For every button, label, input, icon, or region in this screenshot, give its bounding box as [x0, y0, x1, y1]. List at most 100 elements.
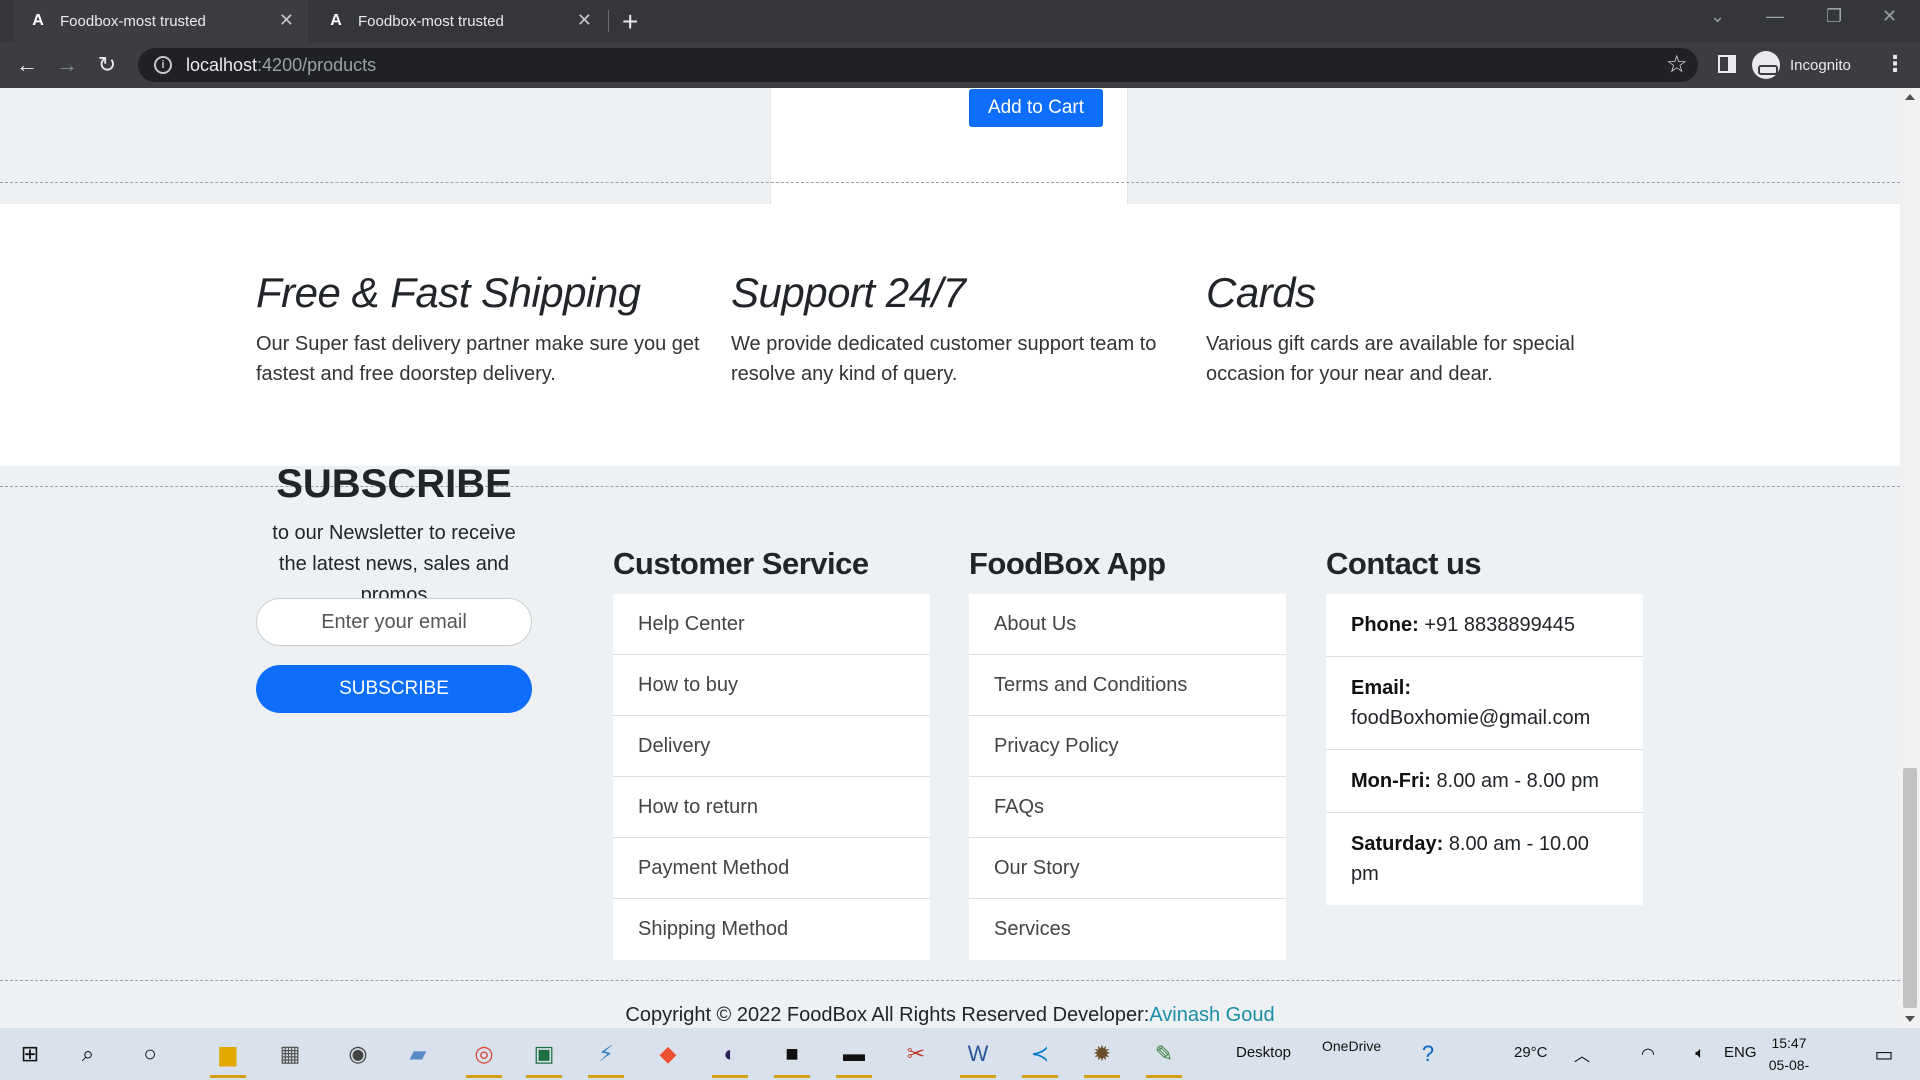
help-icon[interactable]: ? — [1410, 1036, 1446, 1072]
link-delivery[interactable]: Delivery — [613, 716, 930, 777]
feature-title: Free & Fast Shipping — [256, 269, 641, 316]
eclipse-icon[interactable]: ◐ — [712, 1036, 748, 1078]
terminal-icon[interactable]: ■ — [774, 1036, 810, 1078]
section-divider — [0, 182, 1900, 183]
incognito-icon — [1752, 51, 1780, 79]
tab-title: Foodbox-most trusted — [60, 12, 206, 30]
vscode-icon[interactable]: ≺ — [1022, 1036, 1058, 1078]
newsletter-email-input[interactable] — [256, 598, 532, 646]
clock-time: 15:47 — [1771, 1035, 1807, 1051]
incognito-profile-button[interactable]: Incognito — [1752, 47, 1851, 83]
link-faqs[interactable]: FAQs — [969, 777, 1286, 838]
desktop-toolbar-label[interactable]: Desktop — [1236, 1044, 1291, 1061]
add-to-cart-button[interactable]: Add to Cart — [969, 89, 1103, 127]
language-indicator[interactable]: ENG — [1724, 1044, 1757, 1061]
file-explorer-icon[interactable]: ▆ — [210, 1036, 246, 1078]
address-bar[interactable]: i localhost:4200/products — [138, 48, 1698, 82]
mysql-icon[interactable]: ▬ — [836, 1036, 872, 1078]
link-help-center[interactable]: Help Center — [613, 594, 930, 655]
cortana-icon[interactable]: ○ — [132, 1036, 168, 1072]
tray-chevron-icon[interactable]: ︿ — [1564, 1036, 1600, 1072]
email-label: Email: — [1351, 677, 1412, 699]
close-tab-icon[interactable]: ✕ — [577, 10, 592, 31]
angular-favicon-icon: A — [330, 12, 342, 29]
feature-shipping: Free & Fast Shipping Our Super fast deli… — [256, 269, 706, 389]
forward-icon[interactable]: → — [52, 50, 82, 80]
contact-phone: Phone: +91 8838899445 — [1326, 594, 1643, 657]
browser-menu-icon[interactable]: ⋮ — [1884, 51, 1906, 77]
link-terms[interactable]: Terms and Conditions — [969, 655, 1286, 716]
camera-icon[interactable]: ◉ — [340, 1036, 376, 1072]
window-close-icon[interactable]: ✕ — [1882, 6, 1897, 27]
link-about-us[interactable]: About Us — [969, 594, 1286, 655]
contact-title: Contact us — [1326, 546, 1482, 581]
browser-tab[interactable]: A Foodbox-most trusted ✕ — [14, 0, 308, 42]
phone-value: +91 8838899445 — [1424, 614, 1576, 636]
volume-icon[interactable]: 🔈︎ — [1682, 1036, 1718, 1072]
side-panel-icon[interactable] — [1718, 55, 1736, 73]
new-tab-icon[interactable]: + — [622, 6, 638, 38]
minimize-icon[interactable]: — — [1766, 6, 1784, 27]
notes-icon[interactable]: ▰ — [400, 1036, 436, 1072]
close-tab-icon[interactable]: ✕ — [279, 10, 294, 31]
onedrive-label[interactable]: OneDrive — [1322, 1038, 1381, 1054]
link-how-to-return[interactable]: How to return — [613, 777, 930, 838]
windows-taskbar: ⊞ ⌕ ○ ▆ ▦ ◉ ▰ ◎ ▣ ⚡ ◆ ◐ ■ ▬ ✂ W ≺ ✹ ✎ De… — [0, 1028, 1920, 1080]
feature-text: Our Super fast delivery partner make sur… — [256, 333, 700, 385]
url-path: :4200/products — [257, 54, 377, 75]
bookmark-star-icon[interactable]: ☆ — [1666, 50, 1688, 79]
tab-divider — [608, 10, 609, 32]
browser-toolbar: ← → ↻ i localhost:4200/products ☆ Incogn… — [0, 42, 1920, 88]
foodbox-app-title: FoodBox App — [969, 546, 1166, 581]
weather-temperature[interactable]: 29°C — [1514, 1044, 1548, 1061]
clock-date: 05-08-2022 — [1768, 1057, 1810, 1080]
word-icon[interactable]: W — [960, 1036, 996, 1078]
weekday-hours: 8.00 am - 8.00 pm — [1436, 770, 1599, 792]
email-value: foodBoxhomie@gmail.com — [1351, 707, 1591, 729]
back-icon[interactable]: ← — [12, 50, 42, 80]
foodbox-app-list: About Us Terms and Conditions Privacy Po… — [969, 594, 1286, 960]
link-how-to-buy[interactable]: How to buy — [613, 655, 930, 716]
calculator-icon[interactable]: ▦ — [272, 1036, 308, 1072]
feature-text: Various gift cards are available for spe… — [1206, 333, 1575, 385]
link-shipping-method[interactable]: Shipping Method — [613, 899, 930, 960]
system-clock[interactable]: 15:47 05-08-2022 — [1754, 1032, 1824, 1080]
phone-label: Phone: — [1351, 614, 1419, 636]
browser-tab-bar: A Foodbox-most trusted ✕ A Foodbox-most … — [0, 0, 1920, 42]
windows-start-icon[interactable]: ⊞ — [12, 1036, 48, 1072]
subscribe-heading: SUBSCRIBE — [276, 462, 512, 506]
link-services[interactable]: Services — [969, 899, 1286, 960]
chrome-icon[interactable]: ◎ — [466, 1036, 502, 1078]
search-icon[interactable]: ⌕ — [70, 1036, 106, 1072]
scrollbar-thumb[interactable] — [1903, 768, 1917, 1008]
scroll-down-arrow-icon[interactable] — [1905, 1016, 1915, 1022]
app-icon[interactable]: ✹ — [1084, 1036, 1120, 1078]
scroll-up-arrow-icon[interactable] — [1905, 94, 1915, 100]
subscribe-button[interactable]: SUBSCRIBE — [256, 665, 532, 713]
tab-title: Foodbox-most trusted — [358, 12, 504, 30]
feature-title: Support 24/7 — [731, 269, 966, 316]
saturday-label: Saturday: — [1351, 833, 1444, 855]
link-privacy-policy[interactable]: Privacy Policy — [969, 716, 1286, 777]
browser-tab[interactable]: A Foodbox-most trusted ✕ — [312, 0, 606, 42]
git-icon[interactable]: ◆ — [650, 1036, 686, 1072]
restore-icon[interactable]: ❐ — [1826, 6, 1842, 27]
image-editor-icon[interactable]: ✎ — [1146, 1036, 1182, 1078]
contact-list: Phone: +91 8838899445 Email: foodBoxhomie… — [1326, 594, 1643, 905]
site-info-icon[interactable]: i — [154, 56, 172, 74]
link-our-story[interactable]: Our Story — [969, 838, 1286, 899]
reload-icon[interactable]: ↻ — [92, 50, 122, 80]
page-scrollbar[interactable] — [1900, 88, 1920, 1028]
feature-support: Support 24/7 We provide dedicated custom… — [731, 269, 1181, 389]
developer-link[interactable]: Avinash Goud — [1149, 1004, 1274, 1026]
link-payment-method[interactable]: Payment Method — [613, 838, 930, 899]
customer-service-title: Customer Service — [613, 546, 869, 581]
power-automate-icon[interactable]: ⚡ — [588, 1036, 624, 1078]
excel-icon[interactable]: ▣ — [526, 1036, 562, 1078]
snipping-tool-icon[interactable]: ✂ — [898, 1036, 934, 1072]
tab-search-icon[interactable]: ⌄ — [1710, 6, 1725, 27]
customer-service-list: Help Center How to buy Delivery How to r… — [613, 594, 930, 960]
url-host: localhost — [186, 54, 258, 75]
network-icon[interactable]: ◠ — [1630, 1036, 1666, 1072]
notifications-icon[interactable]: ▭ — [1866, 1036, 1902, 1072]
